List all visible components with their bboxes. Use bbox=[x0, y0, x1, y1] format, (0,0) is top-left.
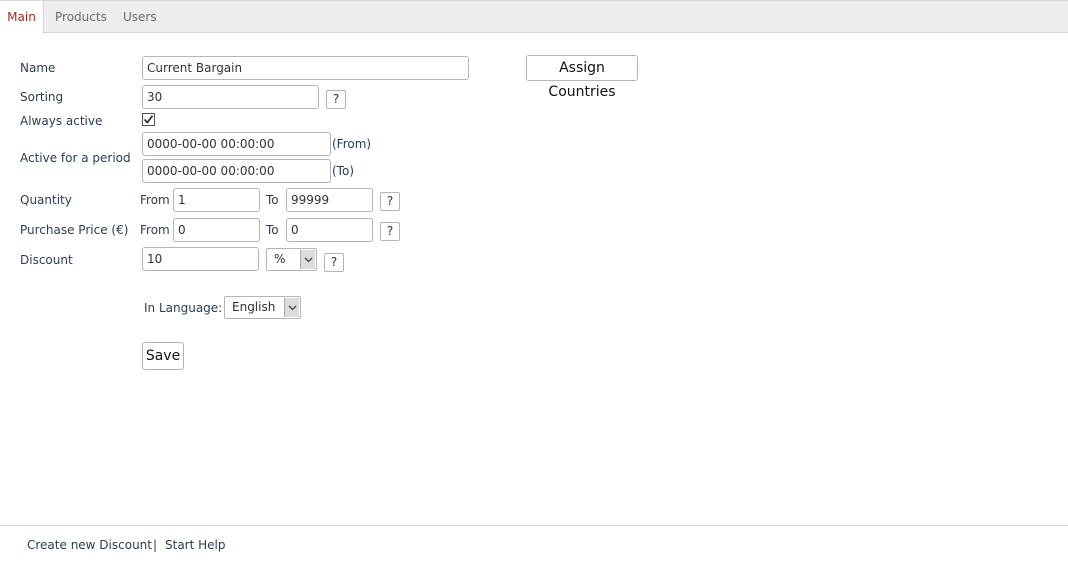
discount-label: Discount bbox=[20, 253, 73, 267]
name-input[interactable] bbox=[142, 56, 469, 80]
quantity-label: Quantity bbox=[20, 193, 72, 207]
period-from-input[interactable] bbox=[142, 132, 331, 156]
sorting-input[interactable] bbox=[142, 85, 319, 109]
quantity-from-input[interactable] bbox=[173, 188, 260, 212]
language-label: In Language: bbox=[144, 301, 223, 315]
language-value: English bbox=[232, 300, 276, 314]
tab-products[interactable]: Products bbox=[55, 1, 107, 33]
create-new-discount-link[interactable]: Create new Discount bbox=[27, 538, 152, 552]
always-active-checkbox[interactable] bbox=[142, 113, 155, 126]
period-from-suffix: (From) bbox=[332, 137, 372, 151]
period-to-suffix: (To) bbox=[332, 164, 354, 178]
assign-countries-button[interactable]: Assign Countries bbox=[526, 55, 638, 100]
tab-users[interactable]: Users bbox=[123, 1, 157, 33]
period-to-input[interactable] bbox=[142, 159, 331, 183]
discount-input[interactable] bbox=[142, 247, 259, 271]
discount-help-button[interactable]: ? bbox=[324, 253, 344, 272]
footer-divider bbox=[0, 525, 1068, 526]
purchase-price-label: Purchase Price (€) bbox=[20, 223, 129, 237]
purchase-price-from-input[interactable] bbox=[173, 218, 260, 242]
period-label: Active for a period bbox=[20, 151, 131, 165]
purchase-price-to-label: To bbox=[266, 223, 279, 237]
discount-unit-select[interactable]: % bbox=[266, 248, 317, 271]
purchase-price-to-input[interactable] bbox=[286, 218, 373, 242]
quantity-from-label: From bbox=[140, 193, 170, 207]
chevron-down-icon bbox=[300, 250, 315, 269]
language-select[interactable]: English bbox=[224, 296, 301, 319]
chevron-down-icon bbox=[284, 298, 299, 317]
sorting-label: Sorting bbox=[20, 90, 64, 104]
quantity-to-label: To bbox=[266, 193, 279, 207]
always-active-label: Always active bbox=[20, 114, 103, 128]
checkmark-icon bbox=[143, 115, 154, 124]
quantity-help-button[interactable]: ? bbox=[380, 192, 400, 211]
sorting-help-button[interactable]: ? bbox=[326, 90, 346, 109]
tab-main[interactable]: Main bbox=[0, 1, 44, 34]
purchase-price-from-label: From bbox=[140, 223, 170, 237]
footer-separator: | bbox=[153, 538, 158, 552]
save-button[interactable]: Save bbox=[142, 342, 184, 370]
tab-bar: Main Products Users bbox=[0, 0, 1068, 34]
name-label: Name bbox=[20, 61, 56, 75]
purchase-price-help-button[interactable]: ? bbox=[380, 222, 400, 241]
discount-unit-value: % bbox=[274, 252, 286, 266]
start-help-link[interactable]: Start Help bbox=[165, 538, 226, 552]
quantity-to-input[interactable] bbox=[286, 188, 373, 212]
